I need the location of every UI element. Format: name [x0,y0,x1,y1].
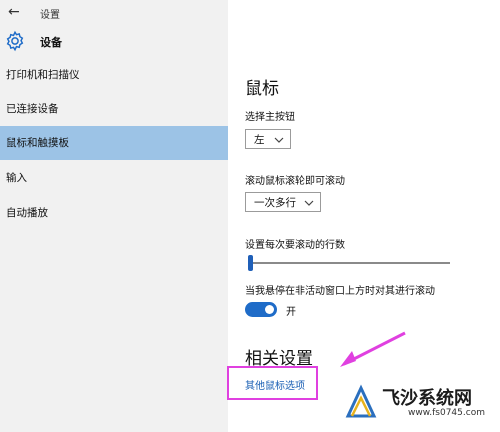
annotation-overlay [227,331,406,400]
watermark: 飞沙系统网 www.fs0745.com [344,382,494,424]
highlight-box [227,366,318,400]
watermark-url: www.fs0745.com [408,408,485,418]
watermark-logo-icon [345,384,377,418]
watermark-text: 飞沙系统网 [382,388,472,409]
annotation-arrowhead [340,351,356,367]
